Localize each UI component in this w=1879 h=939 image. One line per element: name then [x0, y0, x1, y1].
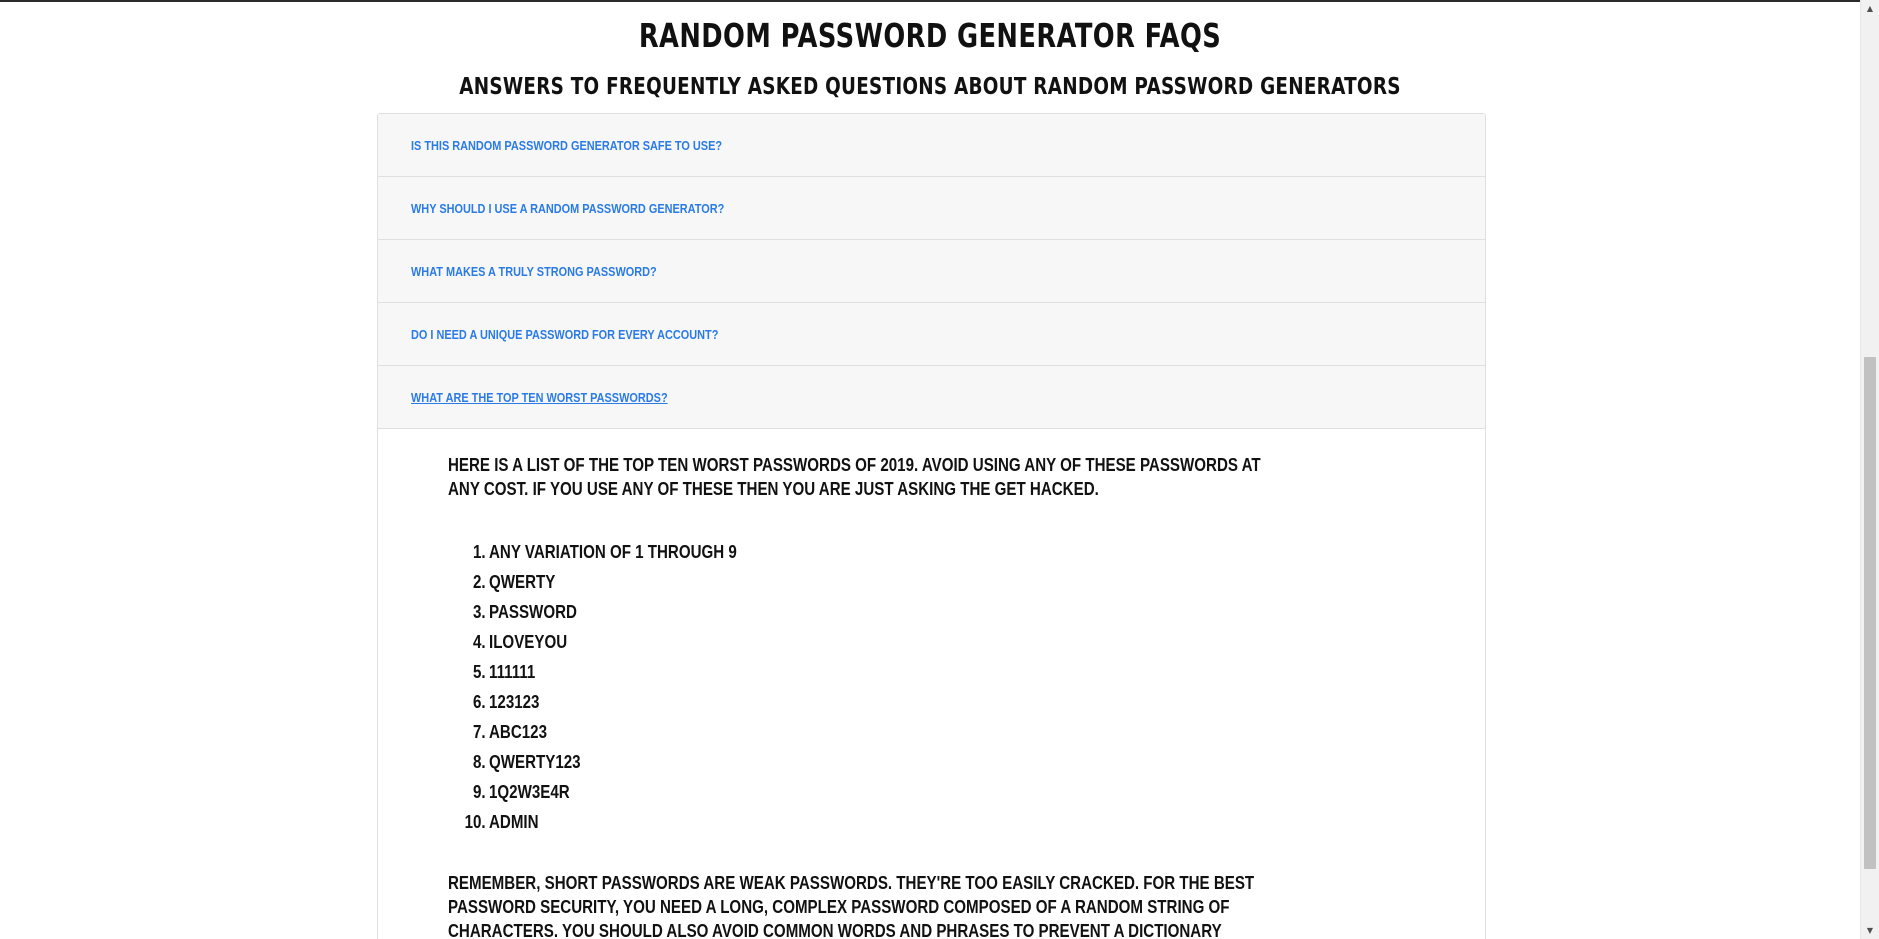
list-item: 1. Any variation of 1 through 9: [473, 541, 737, 562]
list-item: 8. qwerty123: [473, 751, 581, 772]
list-item: 3. password: [473, 601, 577, 622]
list-item: 7. abc123: [473, 721, 547, 742]
faq-question-link[interactable]: Do I need a unique password for every ac…: [411, 327, 718, 342]
scrollbar-thumb[interactable]: [1864, 357, 1876, 869]
answer-outro: Remember, short passwords are weak passw…: [448, 873, 1255, 939]
worst-passwords-list: 1. Any variation of 1 through 9 2. qwerty …: [448, 537, 1485, 837]
page-content: Random Password Generator FAQs Answers t…: [0, 2, 1860, 939]
page-subtitle: Answers to Frequently Asked Questions Ab…: [459, 74, 1401, 100]
faq-question-link[interactable]: Is this random password generator safe t…: [411, 138, 722, 153]
faq-question-link[interactable]: What makes a truly strong password?: [411, 264, 657, 279]
list-item: 4. iloveyou: [473, 631, 568, 652]
scroll-down-icon[interactable]: ▼: [1861, 922, 1879, 939]
vertical-scrollbar[interactable]: ▲ ▼: [1860, 0, 1879, 939]
faq-item-strong[interactable]: What makes a truly strong password?: [378, 240, 1485, 303]
page-title: Random Password Generator FAQs: [638, 16, 1222, 55]
answer-intro: Here is a list of the top ten worst pass…: [448, 455, 1261, 499]
list-item: 2. qwerty: [473, 571, 556, 592]
list-item: 5. 111111: [473, 661, 536, 682]
faq-item-worst[interactable]: What are the top ten worst passwords?: [378, 366, 1485, 429]
list-item: 10. admin: [464, 811, 539, 832]
faq-accordion: Is this random password generator safe t…: [377, 113, 1486, 939]
faq-answer-panel: Here is a list of the top ten worst pass…: [378, 429, 1485, 939]
faq-item-safe[interactable]: Is this random password generator safe t…: [378, 114, 1485, 177]
faq-question-link[interactable]: Why should I use a random password gener…: [411, 201, 724, 216]
faq-item-unique[interactable]: Do I need a unique password for every ac…: [378, 303, 1485, 366]
scroll-up-icon[interactable]: ▲: [1861, 0, 1879, 17]
faq-item-why[interactable]: Why should I use a random password gener…: [378, 177, 1485, 240]
faq-question-link-active[interactable]: What are the top ten worst passwords?: [411, 390, 668, 405]
list-item: 6. 123123: [473, 691, 540, 712]
list-item: 9. 1q2w3e4r: [473, 781, 570, 802]
